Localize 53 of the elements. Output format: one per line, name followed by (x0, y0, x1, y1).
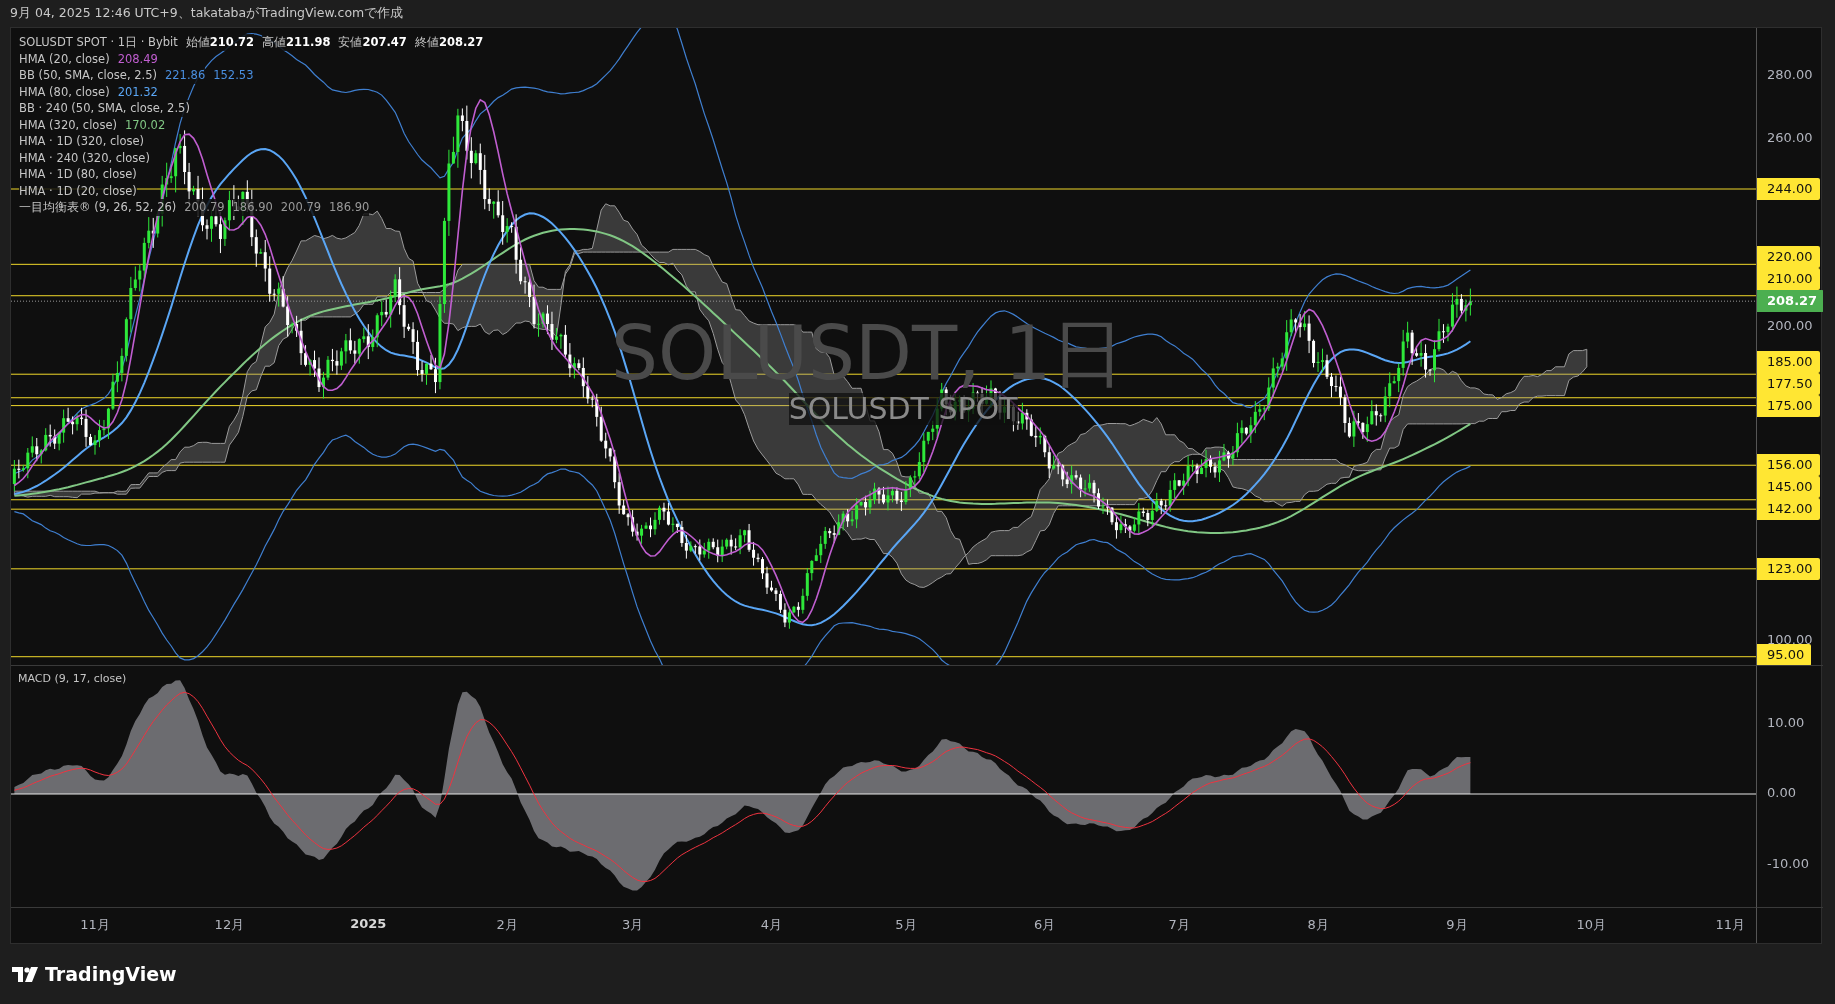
time-axis-label: 11月 (1715, 916, 1745, 934)
macd-axis-label: -10.00 (1767, 855, 1809, 871)
indicator-value: 186.90 (232, 199, 273, 216)
ohlc-label: 安値 (338, 34, 363, 51)
ohlc-label: 始値 (185, 34, 210, 51)
macd-axis-label: 0.00 (1767, 785, 1796, 800)
current-price-label: 208.27 (1757, 290, 1823, 313)
level-price-label: 244.00 (1757, 178, 1820, 200)
time-axis-label: 2月 (496, 916, 518, 934)
indicator-name: BB · 240 (50, SMA, close, 2.5) (19, 100, 190, 117)
level-price-label: 156.00 (1757, 454, 1820, 477)
price-axis-label: 260.00 (1767, 129, 1813, 145)
level-price-label: 185.00 (1757, 350, 1820, 373)
indicator-value: 221.86 (165, 67, 206, 84)
ohlc-value: 207.47 (362, 34, 407, 51)
time-axis-label: 11月 (80, 916, 110, 934)
time-axis-label: 3月 (621, 916, 644, 934)
level-price-label: 177.50 (1757, 372, 1820, 395)
level-price-label: 142.00 (1757, 498, 1820, 521)
indicator-value: 200.79 (184, 199, 225, 216)
time-axis-label: 6月 (1034, 916, 1056, 934)
logo-text: TradingView (45, 963, 177, 985)
price-axis-label: 280.00 (1767, 67, 1813, 82)
time-axis-label: 2025 (350, 916, 387, 931)
ohlc-value: 211.98 (286, 34, 331, 51)
indicator-name: 一目均衡表® (9, 26, 52, 26) (19, 199, 177, 216)
time-axis-label: 10月 (1576, 916, 1607, 934)
time-axis-label: 12月 (214, 916, 245, 934)
price-axis-label: 100.00 (1767, 632, 1813, 647)
level-price-label: 145.00 (1757, 476, 1820, 499)
watermark-subtitle: SOLUSDT SPOT (788, 393, 1018, 425)
level-price-label: 95.00 (1757, 644, 1812, 665)
time-axis-label: 5月 (895, 916, 917, 934)
macd-title: MACD (9, 17, close) (18, 672, 127, 685)
time-axis-label: 9月 (1446, 916, 1468, 934)
ohlc-label: 高値 (262, 34, 287, 51)
macd-axis-label: 10.00 (1767, 714, 1805, 730)
indicator-value: 186.90 (329, 199, 370, 216)
ohlc-value: 208.27 (438, 34, 484, 51)
level-price-label: 210.00 (1757, 268, 1820, 291)
indicator-value: 200.79 (280, 199, 322, 216)
price-axis-label: 200.00 (1767, 318, 1813, 334)
time-axis-label: 4月 (760, 916, 783, 934)
time-axis-label: 7月 (1168, 916, 1190, 934)
logo-icon (12, 966, 39, 982)
time-axis-label: 8月 (1307, 916, 1329, 934)
chart-credit-text: 9月 04, 2025 12:46 UTC+9、takatabaがTradingView.comで作成 (9, 4, 405, 22)
ohlc-label: 終値 (414, 34, 439, 51)
ohlc-value: 210.72 (209, 34, 255, 51)
level-price-label: 123.00 (1757, 557, 1820, 580)
symbol-title: SOLUSDT SPOT · 1日 · Bybit (19, 34, 178, 51)
level-price-label: 175.00 (1757, 394, 1820, 417)
level-price-label: 220.00 (1757, 246, 1820, 269)
